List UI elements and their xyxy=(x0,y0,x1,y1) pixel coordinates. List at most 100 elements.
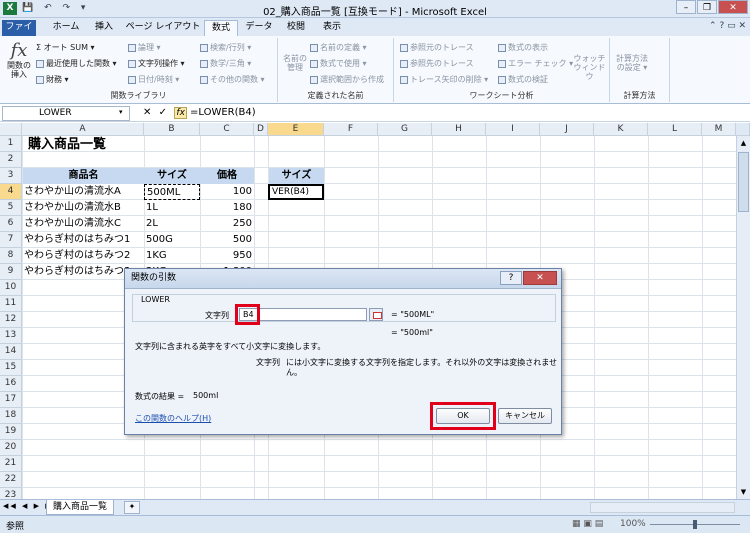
new-sheet-icon[interactable]: ✦ xyxy=(124,501,140,514)
financial-button[interactable]: 財務 ▾ xyxy=(36,74,69,85)
cancel-entry-icon[interactable]: ✕ xyxy=(143,107,151,118)
sheet-tab-active[interactable]: 購入商品一覧 xyxy=(46,500,115,515)
show-formulas-button[interactable]: 数式の表示 xyxy=(498,42,548,53)
size-cell[interactable]: 500G xyxy=(144,232,175,248)
confirm-entry-icon[interactable]: ✓ xyxy=(159,107,167,118)
column-header-d[interactable]: D xyxy=(254,123,268,136)
tab-data[interactable]: データ xyxy=(242,20,276,36)
row-header-22[interactable]: 22 xyxy=(0,472,22,488)
column-header-m[interactable]: M xyxy=(702,123,736,136)
product-name-cell[interactable]: さわやか山の清流水A xyxy=(22,184,123,200)
row-header-7[interactable]: 7 xyxy=(0,232,22,248)
remove-arrows-button[interactable]: トレース矢印の削除 ▾ xyxy=(400,74,488,85)
column-header-c[interactable]: C xyxy=(200,123,254,136)
column-header-j[interactable]: J xyxy=(540,123,594,136)
create-from-selection-button[interactable]: 選択範囲から作成 xyxy=(310,74,384,85)
tab-view[interactable]: 表示 xyxy=(316,20,348,36)
ribbon-controls[interactable]: ⌃ ? ▭ ✕ xyxy=(709,21,746,31)
tab-file[interactable]: ファイル xyxy=(2,20,36,47)
row-header-15[interactable]: 15 xyxy=(0,360,22,376)
active-cell-e4[interactable]: VER(B4) xyxy=(268,184,324,200)
price-cell[interactable]: 250 xyxy=(200,216,254,232)
logical-button[interactable]: 論理 ▾ xyxy=(128,42,161,53)
horizontal-scrollbar[interactable] xyxy=(590,502,735,513)
tab-formulas[interactable]: 数式 xyxy=(204,20,238,36)
row-header-14[interactable]: 14 xyxy=(0,344,22,360)
row-header-10[interactable]: 10 xyxy=(0,280,22,296)
restore-button[interactable]: ❐ xyxy=(697,0,717,14)
select-all-corner[interactable] xyxy=(0,123,22,136)
row-header-13[interactable]: 13 xyxy=(0,328,22,344)
row-header-2[interactable]: 2 xyxy=(0,152,22,168)
size-cell-b4-referenced[interactable]: 500ML xyxy=(144,184,200,200)
price-cell[interactable]: 500 xyxy=(200,232,254,248)
scroll-up-icon[interactable]: ▲ xyxy=(738,137,749,149)
row-header-9[interactable]: 9 xyxy=(0,264,22,280)
error-check-button[interactable]: エラー チェック ▾ xyxy=(498,58,573,69)
column-header-a[interactable]: A xyxy=(22,123,144,136)
row-header-21[interactable]: 21 xyxy=(0,456,22,472)
datetime-button[interactable]: 日付/時刻 ▾ xyxy=(128,74,179,85)
recent-functions-button[interactable]: 最近使用した関数 ▾ xyxy=(36,58,117,69)
product-name-cell[interactable]: さわやか山の清流水B xyxy=(22,200,123,216)
cancel-button[interactable]: キャンセル xyxy=(498,408,552,424)
zoom-slider-thumb[interactable] xyxy=(693,520,697,529)
header-size-lower[interactable]: サイズ xyxy=(269,168,324,184)
row-header-1[interactable]: 1 xyxy=(0,136,22,152)
function-help-link[interactable]: この関数のヘルプ(H) xyxy=(135,413,211,424)
header-product-name[interactable]: 商品名 xyxy=(23,168,144,184)
column-header-f[interactable]: F xyxy=(324,123,378,136)
sheet-title[interactable]: 購入商品一覧 xyxy=(26,136,108,152)
size-cell[interactable]: 2L xyxy=(144,216,160,232)
header-price[interactable]: 価格 xyxy=(200,168,254,184)
name-manager-button[interactable]: 名前の 管理 xyxy=(282,54,308,72)
tab-home[interactable]: ホーム xyxy=(48,20,84,36)
column-header-b[interactable]: B xyxy=(144,123,200,136)
row-header-6[interactable]: 6 xyxy=(0,216,22,232)
minimize-button[interactable]: – xyxy=(676,0,696,14)
row-header-23[interactable]: 23 xyxy=(0,488,22,499)
dialog-close-button[interactable]: ✕ xyxy=(523,271,557,285)
row-header-3[interactable]: 3 xyxy=(0,168,22,184)
scroll-down-icon[interactable]: ▼ xyxy=(738,486,749,498)
tab-review[interactable]: 校閲 xyxy=(280,20,312,36)
size-cell[interactable]: 1KG xyxy=(144,248,169,264)
row-header-17[interactable]: 17 xyxy=(0,392,22,408)
formula-input[interactable]: =LOWER(B4) xyxy=(190,107,256,118)
price-cell[interactable]: 950 xyxy=(200,248,254,264)
column-header-h[interactable]: H xyxy=(432,123,486,136)
column-header-l[interactable]: L xyxy=(648,123,702,136)
column-header-g[interactable]: G xyxy=(378,123,432,136)
define-name-button[interactable]: 名前の定義 ▾ xyxy=(310,42,367,53)
math-button[interactable]: 数学/三角 ▾ xyxy=(200,58,251,69)
row-header-16[interactable]: 16 xyxy=(0,376,22,392)
zoom-level[interactable]: 100% xyxy=(620,519,646,529)
row-header-11[interactable]: 11 xyxy=(0,296,22,312)
product-name-cell[interactable]: やわらぎ村のはちみつ3 xyxy=(22,264,132,280)
row-header-5[interactable]: 5 xyxy=(0,200,22,216)
scrollbar-top[interactable] xyxy=(736,123,750,136)
watch-window-button[interactable]: ウォッチ ウィンドウ xyxy=(570,54,609,81)
row-header-19[interactable]: 19 xyxy=(0,424,22,440)
size-cell[interactable]: 1L xyxy=(144,200,160,216)
column-header-i[interactable]: I xyxy=(486,123,540,136)
close-window-button[interactable]: ✕ xyxy=(718,0,748,14)
product-name-cell[interactable]: やわらぎ村のはちみつ2 xyxy=(22,248,132,264)
collapse-dialog-icon[interactable] xyxy=(369,308,383,321)
trace-dependents-button[interactable]: 参照先のトレース xyxy=(400,58,474,69)
row-header-8[interactable]: 8 xyxy=(0,248,22,264)
use-in-formula-button[interactable]: 数式で使用 ▾ xyxy=(310,58,367,69)
tab-page-layout[interactable]: ページ レイアウト xyxy=(124,20,202,36)
product-name-cell[interactable]: さわやか山の清流水C xyxy=(22,216,123,232)
evaluate-formula-button[interactable]: 数式の検証 xyxy=(498,74,548,85)
more-functions-button[interactable]: その他の関数 ▾ xyxy=(200,74,265,85)
header-size[interactable]: サイズ xyxy=(144,168,200,184)
row-header-4[interactable]: 4 xyxy=(0,184,22,200)
text-functions-button[interactable]: 文字列操作 ▾ xyxy=(128,58,185,69)
insert-function-icon[interactable]: fx xyxy=(174,107,188,119)
dialog-title-bar[interactable]: 関数の引数 ? ✕ xyxy=(125,269,561,289)
row-header-12[interactable]: 12 xyxy=(0,312,22,328)
tab-insert[interactable]: 挿入 xyxy=(88,20,120,36)
name-box[interactable]: LOWER xyxy=(2,106,130,121)
view-buttons[interactable]: ▦ ▣ ▤ xyxy=(572,519,603,529)
